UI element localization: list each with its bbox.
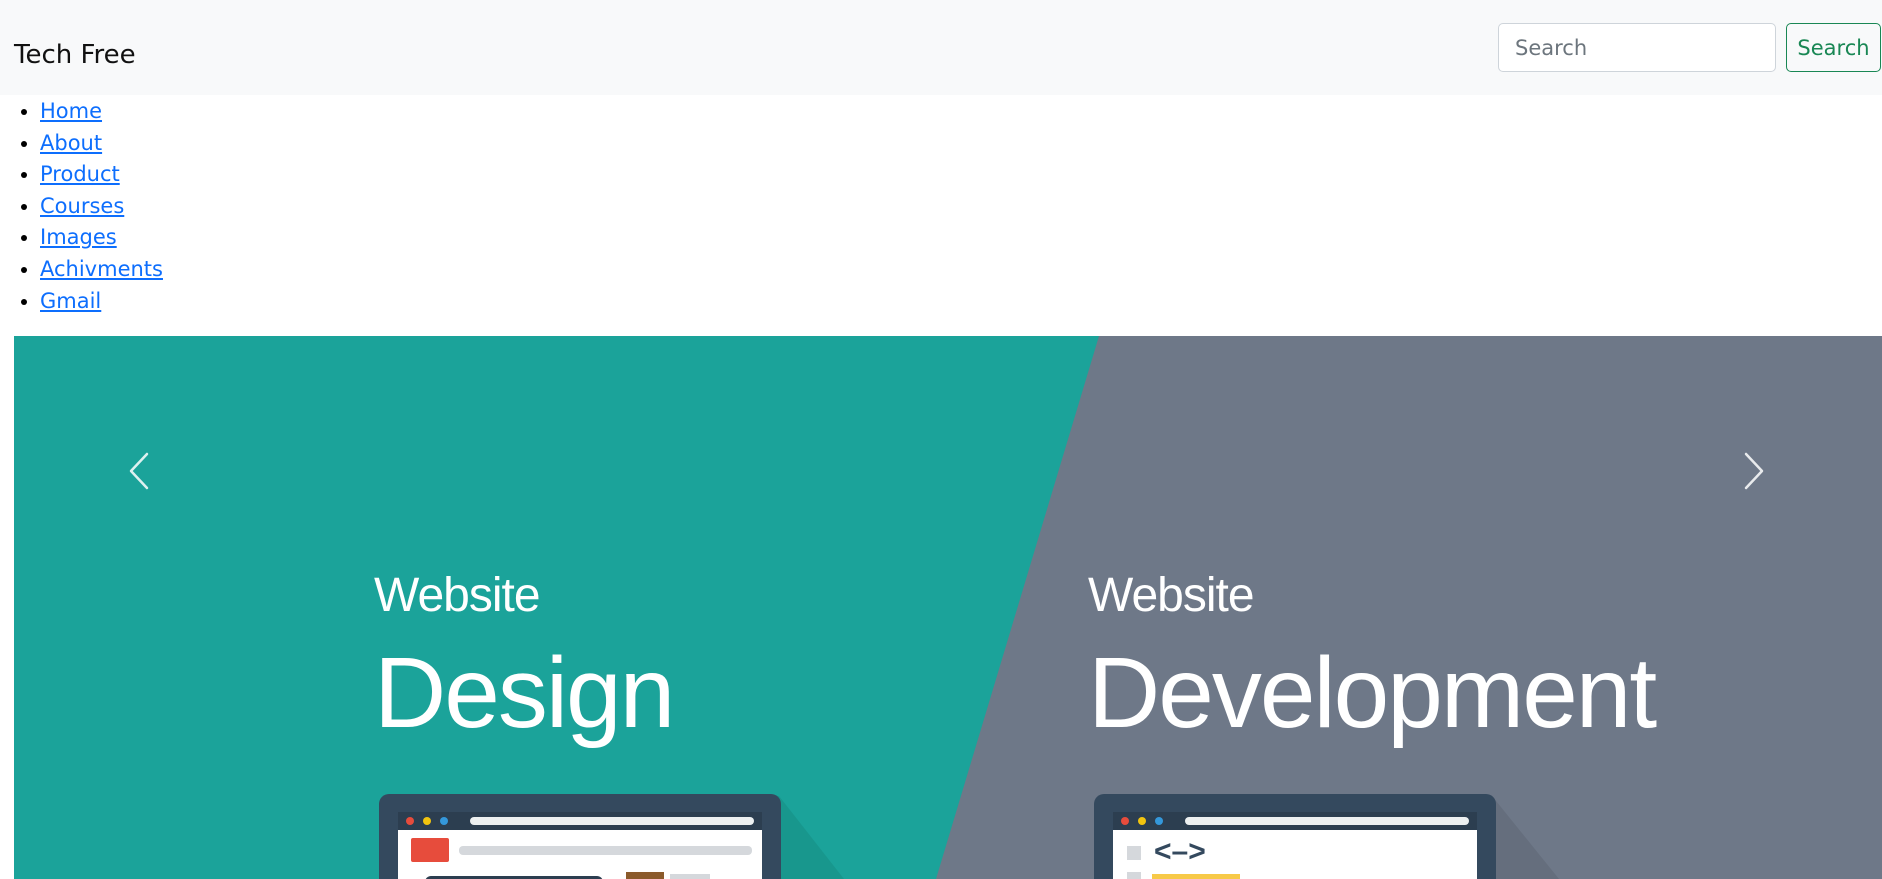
laptop-design-illustration: [379, 794, 781, 879]
nav-link-courses[interactable]: Courses: [40, 194, 124, 218]
slide-right-title: Development: [1088, 637, 1657, 749]
nav-item-images: Images: [40, 222, 163, 254]
nav-link-images[interactable]: Images: [40, 225, 117, 249]
nav-item-home: Home: [40, 96, 163, 128]
nav-item-courses: Courses: [40, 191, 163, 223]
nav-link-achivments[interactable]: Achivments: [40, 257, 163, 281]
nav-item-gmail: Gmail: [40, 286, 163, 318]
nav-item-product: Product: [40, 159, 163, 191]
nav-link-gmail[interactable]: Gmail: [40, 289, 101, 313]
nav-item-achivments: Achivments: [40, 254, 163, 286]
nav-link-about[interactable]: About: [40, 131, 102, 155]
carousel: <–> Website Design Website Development: [14, 336, 1882, 879]
nav-link-home[interactable]: Home: [40, 99, 102, 123]
slide-right-subtitle: Website: [1088, 569, 1255, 622]
slide-image: <–>: [14, 336, 1882, 879]
search-button[interactable]: Search: [1786, 23, 1881, 72]
carousel-prev-button[interactable]: [109, 441, 169, 501]
search-input[interactable]: [1498, 23, 1776, 72]
chevron-left-icon: [129, 452, 149, 490]
nav-link-product[interactable]: Product: [40, 162, 120, 186]
navbar: Tech Free Search: [0, 0, 1882, 95]
brand-logo[interactable]: Tech Free: [14, 40, 136, 70]
slide-left-subtitle: Website: [374, 569, 541, 622]
nav-list: Home About Product Courses Images Achivm…: [40, 96, 163, 317]
code-symbol: <–>: [1154, 835, 1206, 868]
carousel-next-button[interactable]: [1724, 441, 1784, 501]
slide-left-title: Design: [374, 637, 675, 749]
nav-item-about: About: [40, 128, 163, 160]
chevron-right-icon: [1744, 452, 1764, 490]
